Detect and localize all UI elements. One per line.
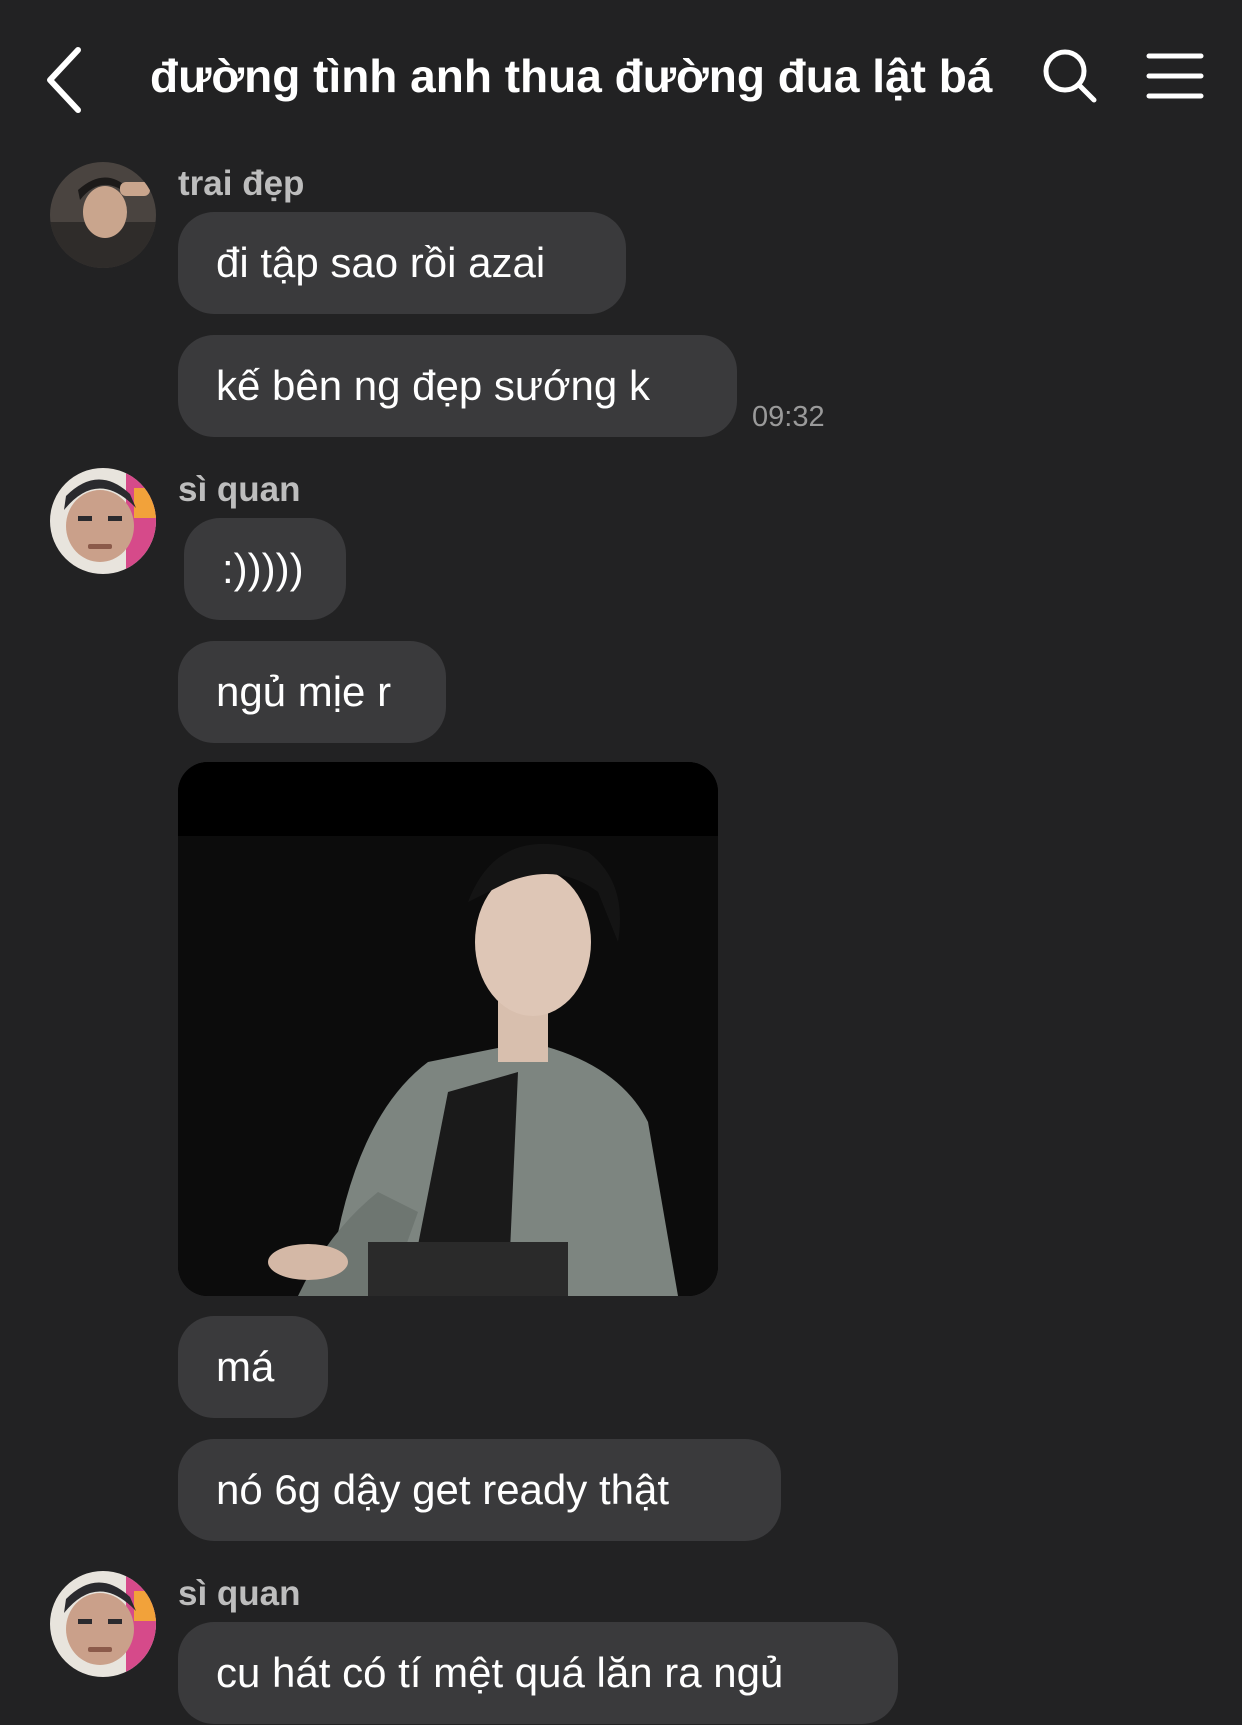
message-photo[interactable]: [178, 762, 718, 1296]
menu-icon[interactable]: [1145, 50, 1205, 102]
message-bubble[interactable]: kế bên ng đẹp sướng k: [178, 335, 737, 437]
search-icon[interactable]: [1040, 46, 1100, 106]
message-bubble[interactable]: nó 6g dậy get ready thật: [178, 1439, 781, 1541]
message-bubble[interactable]: ngủ mịe r: [178, 641, 446, 743]
avatar[interactable]: [50, 468, 156, 574]
chat-title: đường tình anh thua đường đua lật bá: [150, 50, 993, 102]
chevron-left-icon[interactable]: [40, 40, 100, 120]
avatar[interactable]: [50, 1571, 156, 1677]
avatar[interactable]: [50, 162, 156, 268]
message-bubble[interactable]: cu hát có tí mệt quá lăn ra ngủ: [178, 1622, 898, 1724]
message-bubble[interactable]: :))))): [184, 518, 346, 620]
chat-header: đường tình anh thua đường đua lật bá: [0, 0, 1242, 150]
message-bubble[interactable]: đi tập sao rồi azai: [178, 212, 626, 314]
sender-name: trai đẹp: [178, 164, 305, 203]
sender-name: sì quan: [178, 1574, 301, 1613]
message-time: 09:32: [752, 401, 825, 433]
message-bubble[interactable]: má: [178, 1316, 328, 1418]
sender-name: sì quan: [178, 470, 301, 509]
